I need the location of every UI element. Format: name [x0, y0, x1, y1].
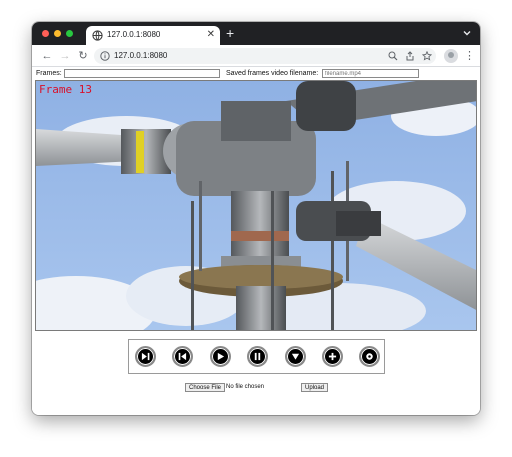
save-down-button[interactable] — [285, 346, 306, 367]
browser-tab[interactable]: 127.0.0.1:8080 ✕ — [86, 26, 220, 45]
skip-next-button[interactable] — [135, 346, 156, 367]
filename-input[interactable] — [322, 69, 419, 78]
forward-arrow-icon[interactable]: → — [58, 49, 72, 63]
arrow-down-icon — [291, 353, 300, 360]
address-bar[interactable]: 127.0.0.1:8080 — [94, 48, 436, 64]
upload-button[interactable]: Upload — [301, 383, 329, 392]
frame-counter: Frame 13 — [39, 83, 92, 96]
tab-strip: 127.0.0.1:8080 ✕ + — [32, 22, 480, 45]
reload-icon[interactable]: ↻ — [76, 49, 90, 63]
play-icon — [217, 352, 225, 361]
profile-avatar[interactable] — [444, 49, 458, 63]
info-icon[interactable] — [100, 51, 110, 61]
settings-button[interactable] — [359, 346, 380, 367]
add-button[interactable] — [322, 346, 343, 367]
saved-filename-label: Saved frames video filename: — [226, 70, 319, 77]
browser-toolbar: ← → ↻ 127.0.0.1:8080 ⋮ — [32, 45, 480, 67]
frames-input[interactable] — [64, 69, 220, 78]
more-menu-icon[interactable]: ⋮ — [464, 49, 475, 63]
skip-previous-button[interactable] — [172, 346, 193, 367]
back-arrow-icon[interactable]: ← — [40, 49, 54, 63]
file-status-text: No file chosen — [226, 384, 265, 390]
bookmark-star-icon[interactable] — [422, 51, 432, 61]
choose-file-button[interactable]: Choose File — [185, 383, 226, 392]
playback-controls — [128, 339, 385, 374]
share-icon[interactable] — [405, 51, 415, 61]
helicopter-rotor-image — [36, 81, 476, 330]
pause-button[interactable] — [247, 346, 268, 367]
tab-title: 127.0.0.1:8080 — [107, 30, 161, 39]
pause-icon — [254, 352, 261, 361]
play-button[interactable] — [210, 346, 231, 367]
settings-icon — [366, 353, 373, 360]
url-text: 127.0.0.1:8080 — [114, 51, 168, 60]
zoom-icon[interactable] — [388, 51, 398, 61]
skip-next-icon — [141, 352, 150, 361]
browser-window: 127.0.0.1:8080 ✕ + ← → ↻ 127.0.0.1:8080 — [32, 22, 480, 415]
minimize-window-button[interactable] — [54, 30, 61, 37]
maximize-window-button[interactable] — [66, 30, 73, 37]
video-frame: Frame 13 — [35, 80, 477, 331]
frames-label: Frames: — [36, 70, 62, 77]
skip-previous-icon — [178, 352, 187, 361]
chevron-down-icon[interactable] — [462, 28, 472, 38]
new-tab-button[interactable]: + — [226, 25, 234, 41]
globe-icon — [92, 30, 103, 41]
page-content: Frames: Saved frames video filename: fil… — [32, 67, 480, 415]
add-icon — [328, 352, 337, 361]
close-tab-icon[interactable]: ✕ — [207, 28, 215, 42]
close-window-button[interactable] — [42, 30, 49, 37]
